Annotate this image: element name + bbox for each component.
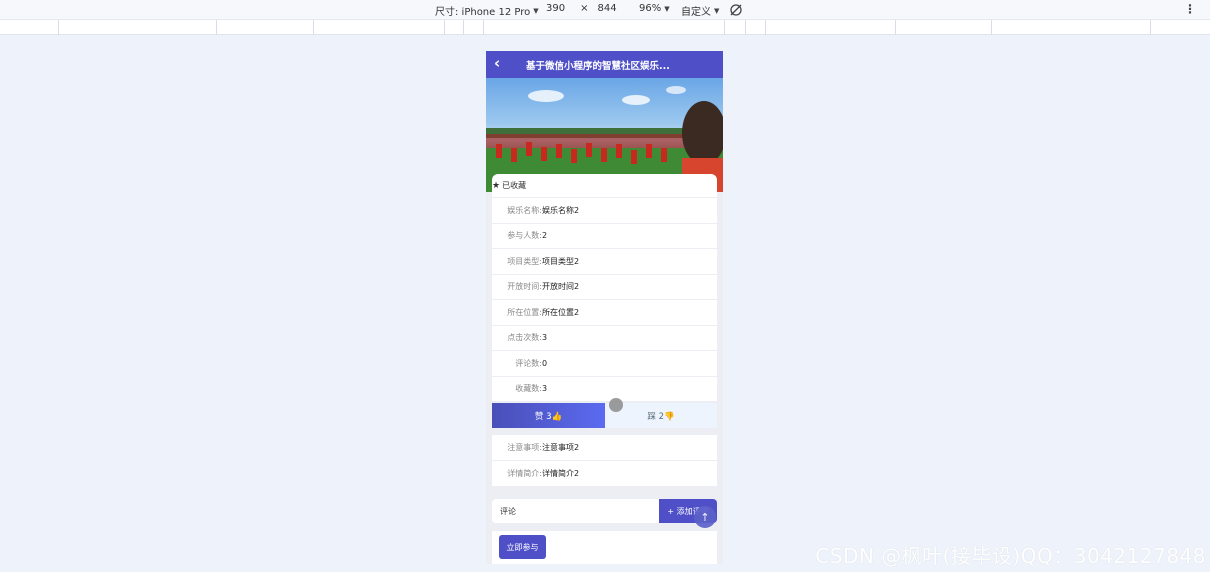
- favorite-toggle[interactable]: ★ 已收藏: [492, 174, 717, 197]
- detail-row: 娱乐名称: 娱乐名称2: [492, 198, 717, 224]
- touch-cursor: [609, 398, 623, 412]
- watermark: CSDN @枫叶(接毕设)QQ：3042127848: [815, 544, 1206, 568]
- thumbs-up-button[interactable]: 赞 3👍: [492, 403, 605, 428]
- detail-label: 娱乐名称:: [507, 205, 542, 215]
- detail-label: 开放时间:: [507, 282, 542, 292]
- detail-list: 娱乐名称: 娱乐名称2 参与人数: 2 项目类型: 项目类型2 开放时间: 开放时间2 …: [492, 198, 717, 402]
- height-input[interactable]: 844: [597, 3, 616, 14]
- throttle-select[interactable]: 自定义 ▼: [681, 3, 720, 19]
- detail-row: 点击次数: 3: [492, 326, 717, 351]
- page-title: 基于微信小程序的智慧社区娱乐...: [526, 61, 670, 72]
- detail-label: 参与人数:: [507, 231, 542, 241]
- detail-row: 项目类型: 项目类型2: [492, 249, 717, 275]
- detail-label: 注意事项:: [507, 442, 542, 452]
- vote-bar: 赞 3👍 踩 2👎: [492, 403, 717, 428]
- arrow-up-icon[interactable]: ↑: [694, 506, 716, 528]
- detail-label: 项目类型:: [507, 256, 542, 266]
- detail-row: 开放时间: 开放时间2: [492, 275, 717, 300]
- caret-down-icon: ▼: [664, 4, 670, 13]
- detail-label: 点击次数:: [507, 333, 542, 343]
- detail-row: 收藏数: 3: [492, 377, 717, 402]
- detail-value: 详情简介2: [542, 468, 580, 478]
- caret-down-icon: ▼: [714, 6, 720, 15]
- detail-value: 所在位置2: [542, 307, 580, 317]
- detail-row: 评论数: 0: [492, 351, 717, 377]
- more-menu-icon[interactable]: ⋮: [1184, 2, 1196, 16]
- dimensions: 390 × 844: [546, 3, 617, 14]
- detail-value: 娱乐名称2: [542, 205, 580, 215]
- comment-input[interactable]: 评论: [492, 499, 659, 523]
- zoom-label: 96%: [639, 3, 662, 14]
- detail-label: 评论数:: [515, 358, 542, 368]
- nav-bar: ‹ 基于微信小程序的智慧社区娱乐...: [486, 51, 723, 78]
- favorite-label: 已收藏: [502, 181, 527, 190]
- detail-label: 收藏数:: [515, 384, 542, 394]
- detail-label: 详情简介:: [507, 468, 542, 478]
- detail-list-2: 注意事项: 注意事项2 详情简介: 详情简介2: [492, 435, 717, 486]
- detail-row: 详情简介: 详情简介2: [492, 461, 717, 487]
- devtools-toolbar: 尺寸: iPhone 12 Pro ▼ 390 × 844 96% ▼ 自定义 …: [0, 0, 1210, 20]
- comment-bar: 评论 + 添加评论: [492, 499, 717, 523]
- detail-value: 注意事项2: [542, 442, 580, 452]
- phone-viewport: ‹ 基于微信小程序的智慧社区娱乐... ★ 已收藏 娱乐名称: 娱乐名称2 参与…: [486, 51, 723, 564]
- detail-row: 参与人数: 2: [492, 224, 717, 249]
- join-button[interactable]: 立即参与: [499, 535, 546, 559]
- detail-row: 注意事项: 注意事项2: [492, 435, 717, 461]
- detail-row: 所在位置: 所在位置2: [492, 300, 717, 326]
- detail-value: 3: [542, 333, 548, 343]
- breakpoint-ruler: [0, 20, 1210, 35]
- detail-value: 2: [542, 231, 548, 241]
- width-input[interactable]: 390: [546, 3, 565, 14]
- detail-value: 0: [542, 358, 548, 368]
- detail-value: 3: [542, 384, 548, 394]
- action-bar: 立即参与: [492, 531, 717, 564]
- zoom-select[interactable]: 96% ▼: [639, 3, 670, 14]
- detail-value: 开放时间2: [542, 282, 580, 292]
- detail-value: 项目类型2: [542, 256, 580, 266]
- rotate-icon[interactable]: [729, 3, 743, 17]
- device-select[interactable]: 尺寸: iPhone 12 Pro ▼: [435, 3, 539, 19]
- times-sign: ×: [580, 3, 589, 14]
- chevron-left-icon[interactable]: ‹: [494, 54, 500, 72]
- caret-down-icon: ▼: [533, 6, 539, 15]
- detail-label: 所在位置:: [507, 307, 542, 317]
- throttle-label: 自定义: [681, 7, 711, 18]
- device-size-label: 尺寸: iPhone 12 Pro: [435, 7, 531, 18]
- star-icon: ★: [492, 180, 501, 191]
